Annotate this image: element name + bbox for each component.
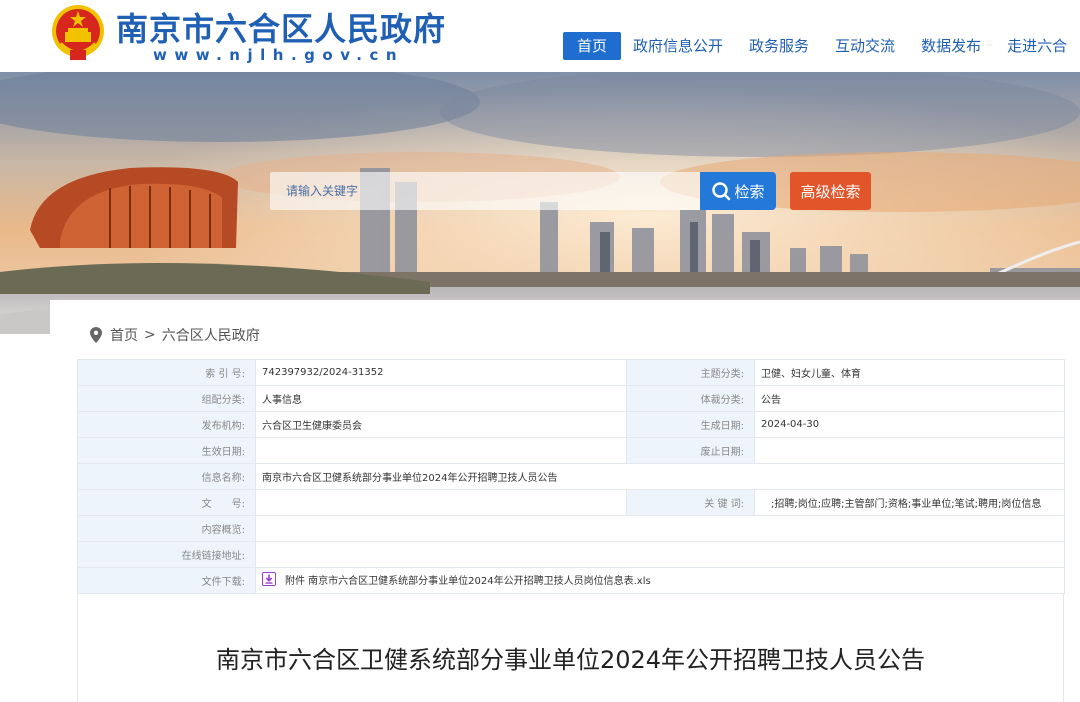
- table-row: 在线链接地址:: [77, 541, 1065, 568]
- table-row: 发布机构: 六合区卫生健康委员会 生成日期: 2024-04-30: [77, 411, 1065, 438]
- breadcrumb-current[interactable]: 六合区人民政府: [162, 325, 260, 345]
- nav-item-gov-info[interactable]: 政府信息公开: [624, 32, 732, 60]
- genre-label: 体裁分类:: [626, 385, 755, 412]
- national-emblem-icon[interactable]: [50, 4, 106, 62]
- keywords-value: ;招聘;岗位;应聘;主管部门;资格;事业单位;笔试;聘用;岗位信息: [754, 489, 1065, 516]
- group-label: 组配分类:: [77, 385, 256, 412]
- site-url: www.njlh.gov.cn: [153, 46, 405, 64]
- breadcrumb-home[interactable]: 首页: [110, 325, 138, 345]
- location-pin-icon: [90, 327, 102, 343]
- nav-item-data[interactable]: 数据发布: [912, 32, 990, 60]
- issuer-label: 发布机构:: [77, 411, 256, 438]
- created-date-value: 2024-04-30: [754, 411, 1065, 438]
- search-icon: [712, 182, 731, 201]
- keywords-label: 关 键 词:: [626, 489, 755, 516]
- breadcrumb-separator: >: [144, 327, 156, 343]
- repeal-date-value: [754, 437, 1065, 464]
- search-button[interactable]: 检索: [700, 172, 776, 210]
- file-download-cell: 附件 南京市六合区卫健系统部分事业单位2024年公开招聘卫技人员岗位信息表.xl…: [255, 567, 1065, 594]
- table-row: 生效日期: 废止日期:: [77, 437, 1065, 464]
- index-value: 742397932/2024-31352: [255, 359, 627, 386]
- attachment-link-label: 附件 南京市六合区卫健系统部分事业单位2024年公开招聘卫技人员岗位信息表.xl…: [285, 575, 651, 587]
- summary-label: 内容概览:: [77, 515, 256, 542]
- nav-item-services[interactable]: 政务服务: [740, 32, 818, 60]
- effective-date-value: [255, 437, 627, 464]
- nav-item-about[interactable]: 走进六合: [998, 32, 1076, 60]
- file-download-label: 文件下载:: [77, 567, 256, 594]
- search-input[interactable]: [270, 172, 700, 210]
- table-row: 索 引 号: 742397932/2024-31352 主题分类: 卫健、妇女儿…: [77, 359, 1065, 386]
- info-name-value: 南京市六合区卫健系统部分事业单位2024年公开招聘卫技人员公告: [255, 463, 1065, 490]
- breadcrumb: 首页 > 六合区人民政府: [90, 325, 260, 345]
- main-nav: 首页 政府信息公开 政务服务 互动交流 数据发布 走进六合: [563, 32, 1080, 60]
- site-header: 南京市六合区人民政府 www.njlh.gov.cn 首页 政府信息公开 政务服…: [0, 0, 1080, 72]
- search-button-label: 检索: [734, 182, 765, 201]
- summary-value: [255, 515, 1065, 542]
- info-name-label: 信息名称:: [77, 463, 256, 490]
- group-value: 人事信息: [255, 385, 627, 412]
- table-row: 组配分类: 人事信息 体裁分类: 公告: [77, 385, 1065, 412]
- doc-number-label: 文 号:: [77, 489, 256, 516]
- attachment-link[interactable]: 附件 南京市六合区卫健系统部分事业单位2024年公开招聘卫技人员岗位信息表.xl…: [262, 572, 651, 587]
- repeal-date-label: 废止日期:: [626, 437, 755, 464]
- topic-label: 主题分类:: [626, 359, 755, 386]
- table-row: 文 号: 关 键 词: ;招聘;岗位;应聘;主管部门;资格;事业单位;笔试;聘用…: [77, 489, 1065, 516]
- download-file-icon: [262, 572, 276, 587]
- nav-item-home[interactable]: 首页: [563, 32, 622, 60]
- article-title: 南京市六合区卫健系统部分事业单位2024年公开招聘卫技人员公告: [215, 646, 926, 674]
- advanced-search-button[interactable]: 高级检索: [790, 172, 871, 210]
- online-link-label: 在线链接地址:: [77, 541, 256, 568]
- genre-value: 公告: [754, 385, 1065, 412]
- online-link-value: [255, 541, 1065, 568]
- created-date-label: 生成日期:: [626, 411, 755, 438]
- document-metadata-table: 索 引 号: 742397932/2024-31352 主题分类: 卫健、妇女儿…: [77, 359, 1065, 594]
- topic-value: 卫健、妇女儿童、体育: [754, 359, 1065, 386]
- table-row: 内容概览:: [77, 515, 1065, 542]
- index-label: 索 引 号:: [77, 359, 256, 386]
- effective-date-label: 生效日期:: [77, 437, 256, 464]
- site-title[interactable]: 南京市六合区人民政府: [116, 4, 446, 50]
- doc-number-value: [255, 489, 627, 516]
- table-row: 文件下载: 附件 南京市六合区卫健系统部分事业单位2024年公开招聘卫技人员岗位…: [77, 567, 1065, 594]
- issuer-value: 六合区卫生健康委员会: [255, 411, 627, 438]
- table-row: 信息名称: 南京市六合区卫健系统部分事业单位2024年公开招聘卫技人员公告: [77, 463, 1065, 490]
- nav-item-interaction[interactable]: 互动交流: [826, 32, 904, 60]
